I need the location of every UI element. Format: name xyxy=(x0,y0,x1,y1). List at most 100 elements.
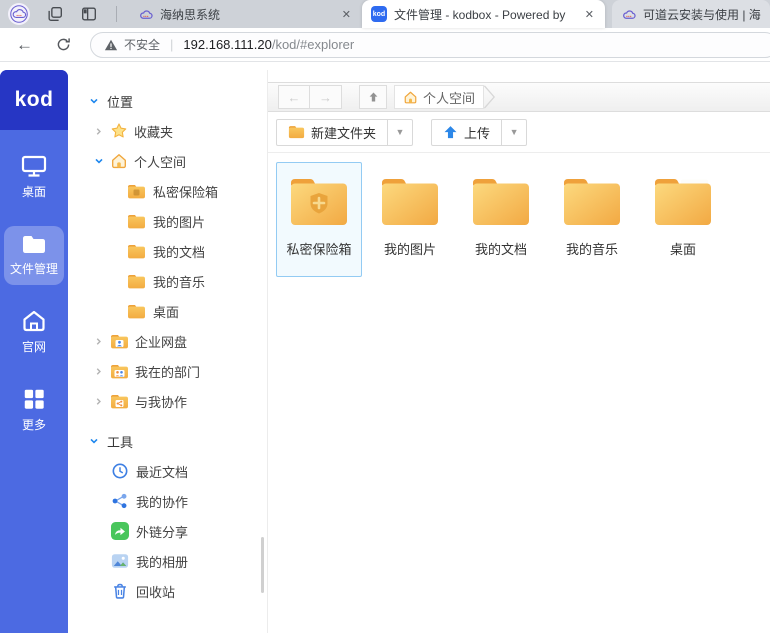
app-rail: kod 桌面 文件管理 官网 更多 xyxy=(0,70,68,633)
new-folder-dropdown[interactable]: ▼ xyxy=(388,119,413,146)
tree-section-label: 工具 xyxy=(107,432,133,451)
tree-item-desktop[interactable]: 桌面 xyxy=(68,296,267,326)
upload-label: 上传 xyxy=(464,123,490,142)
tree-item-my-department[interactable]: 我在的部门 xyxy=(68,356,267,386)
back-icon[interactable]: ← xyxy=(16,35,33,55)
link-share-icon xyxy=(111,522,129,540)
tree-section-tools[interactable]: 工具 xyxy=(68,426,267,456)
chevron-down-icon[interactable] xyxy=(88,96,99,106)
tree-item-my-music[interactable]: 我的音乐 xyxy=(68,266,267,296)
chevron-right-icon[interactable] xyxy=(93,397,104,406)
upload-dropdown[interactable]: ▼ xyxy=(502,119,527,146)
file-name: 私密保险箱 xyxy=(286,239,351,258)
history-back-button[interactable]: ← xyxy=(278,85,310,109)
tree-item-external-share[interactable]: 外链分享 xyxy=(68,516,267,546)
tree-item-my-collaboration[interactable]: 我的协作 xyxy=(68,486,267,516)
new-folder-button[interactable]: 新建文件夹 xyxy=(276,119,388,146)
tree-item-label: 回收站 xyxy=(136,582,175,601)
tab-close-icon[interactable]: ✕ xyxy=(340,8,353,21)
file-item-my-music[interactable]: 我的音乐 xyxy=(549,162,635,277)
refresh-icon[interactable] xyxy=(55,36,72,53)
rail-item-more[interactable]: 更多 xyxy=(4,379,64,441)
folder-icon xyxy=(127,274,146,289)
folder-icon xyxy=(127,214,146,229)
chevron-down-icon[interactable] xyxy=(88,436,99,446)
rail-item-official-site[interactable]: 官网 xyxy=(4,301,64,363)
file-item-private-safe[interactable]: 私密保险箱 xyxy=(276,162,362,277)
home-icon xyxy=(403,90,418,105)
folder-icon xyxy=(127,304,146,319)
star-icon xyxy=(110,122,128,140)
tab-title: 可道云安装与使用 | 海纳思 xyxy=(643,6,761,23)
rail-item-label: 更多 xyxy=(22,416,46,433)
tree-item-recent-docs[interactable]: 最近文档 xyxy=(68,456,267,486)
rail-item-desktop[interactable]: 桌面 xyxy=(4,146,64,208)
tree-item-enterprise-disk[interactable]: 企业网盘 xyxy=(68,326,267,356)
chevron-right-icon[interactable] xyxy=(93,337,104,346)
tree-section-label: 位置 xyxy=(107,92,133,111)
rail-item-label: 文件管理 xyxy=(10,260,58,277)
tree-item-label: 我在的部门 xyxy=(135,362,200,381)
tree-item-recycle-bin[interactable]: 回收站 xyxy=(68,576,267,606)
tree-item-shared-with-me[interactable]: 与我协作 xyxy=(68,386,267,416)
folder-safe-large-icon xyxy=(287,176,351,228)
file-item-my-documents[interactable]: 我的文档 xyxy=(458,162,544,277)
sidebar-panel-icon[interactable] xyxy=(80,5,98,23)
home-icon xyxy=(110,152,128,170)
tree-item-label: 最近文档 xyxy=(136,462,188,481)
tree-item-my-album[interactable]: 我的相册 xyxy=(68,546,267,576)
kod-logo: kod xyxy=(0,70,68,130)
tab-close-icon[interactable]: ✕ xyxy=(583,8,596,21)
breadcrumb-label: 个人空间 xyxy=(423,88,475,107)
monitor-icon xyxy=(21,154,47,178)
trash-icon xyxy=(111,582,129,600)
file-item-desktop[interactable]: 桌面 xyxy=(640,162,726,277)
folder-safe-icon xyxy=(127,184,146,199)
address-bar[interactable]: 不安全 | 192.168.111.20/kod/#explorer xyxy=(90,32,770,58)
tab-stacks-icon[interactable] xyxy=(46,5,64,23)
rail-item-label: 桌面 xyxy=(22,183,46,200)
upload-button[interactable]: 上传 xyxy=(431,119,502,146)
rail-item-label: 官网 xyxy=(22,338,46,355)
url-host: 192.168.111.20 xyxy=(183,37,271,52)
explorer-toolbar: 新建文件夹 ▼ 上传 ▼ xyxy=(268,112,770,153)
not-secure-warning-icon xyxy=(104,38,118,52)
url-divider: | xyxy=(170,37,173,52)
chevron-right-icon[interactable] xyxy=(93,367,104,376)
tree-item-my-pictures[interactable]: 我的图片 xyxy=(68,206,267,236)
browser-tabstrip: 海纳思系统 ✕ kod 文件管理 - kodbox - Powered by ✕… xyxy=(0,0,770,28)
tab-hainasi[interactable]: 海纳思系统 ✕ xyxy=(129,0,362,28)
history-forward-button[interactable]: → xyxy=(310,85,342,109)
tree-item-private-safe[interactable]: 私密保险箱 xyxy=(68,176,267,206)
folder-large-icon xyxy=(560,176,624,228)
arrow-up-icon xyxy=(367,90,380,104)
folder-icon xyxy=(127,244,146,259)
chevron-right-icon[interactable] xyxy=(93,127,104,136)
folder-share-icon xyxy=(110,394,129,409)
browser-profile-avatar[interactable] xyxy=(8,3,30,25)
tree-item-label: 收藏夹 xyxy=(134,122,173,141)
tree-scrollbar[interactable] xyxy=(261,537,264,593)
tree-item-label: 我的相册 xyxy=(136,552,188,571)
breadcrumb-item-personal-space[interactable]: 个人空间 xyxy=(394,85,484,109)
tree-item-personal-space[interactable]: 个人空间 xyxy=(68,146,267,176)
rail-item-file-manager[interactable]: 文件管理 xyxy=(4,226,64,285)
tree-item-file-type-partial[interactable]: 文件类型 xyxy=(68,626,267,633)
folder-user-icon xyxy=(110,334,129,349)
album-icon xyxy=(111,552,129,570)
folder-icon xyxy=(21,234,47,255)
file-name: 我的音乐 xyxy=(566,239,618,258)
tab-title: 文件管理 - kodbox - Powered by xyxy=(394,6,576,23)
security-label[interactable]: 不安全 xyxy=(124,36,160,53)
file-item-my-pictures[interactable]: 我的图片 xyxy=(367,162,453,277)
home-icon xyxy=(21,309,47,333)
tree-section-location[interactable]: 位置 xyxy=(68,86,267,116)
chevron-down-icon[interactable] xyxy=(93,156,104,166)
tab-kodbox-active[interactable]: kod 文件管理 - kodbox - Powered by ✕ xyxy=(362,0,605,28)
tree-item-my-documents[interactable]: 我的文档 xyxy=(68,236,267,266)
folder-large-icon xyxy=(469,176,533,228)
tree-item-favorites[interactable]: 收藏夹 xyxy=(68,116,267,146)
up-level-button[interactable] xyxy=(359,85,387,109)
share-nodes-icon xyxy=(111,492,129,510)
tab-kodcloud-docs[interactable]: 可道云安装与使用 | 海纳思 xyxy=(612,0,770,28)
